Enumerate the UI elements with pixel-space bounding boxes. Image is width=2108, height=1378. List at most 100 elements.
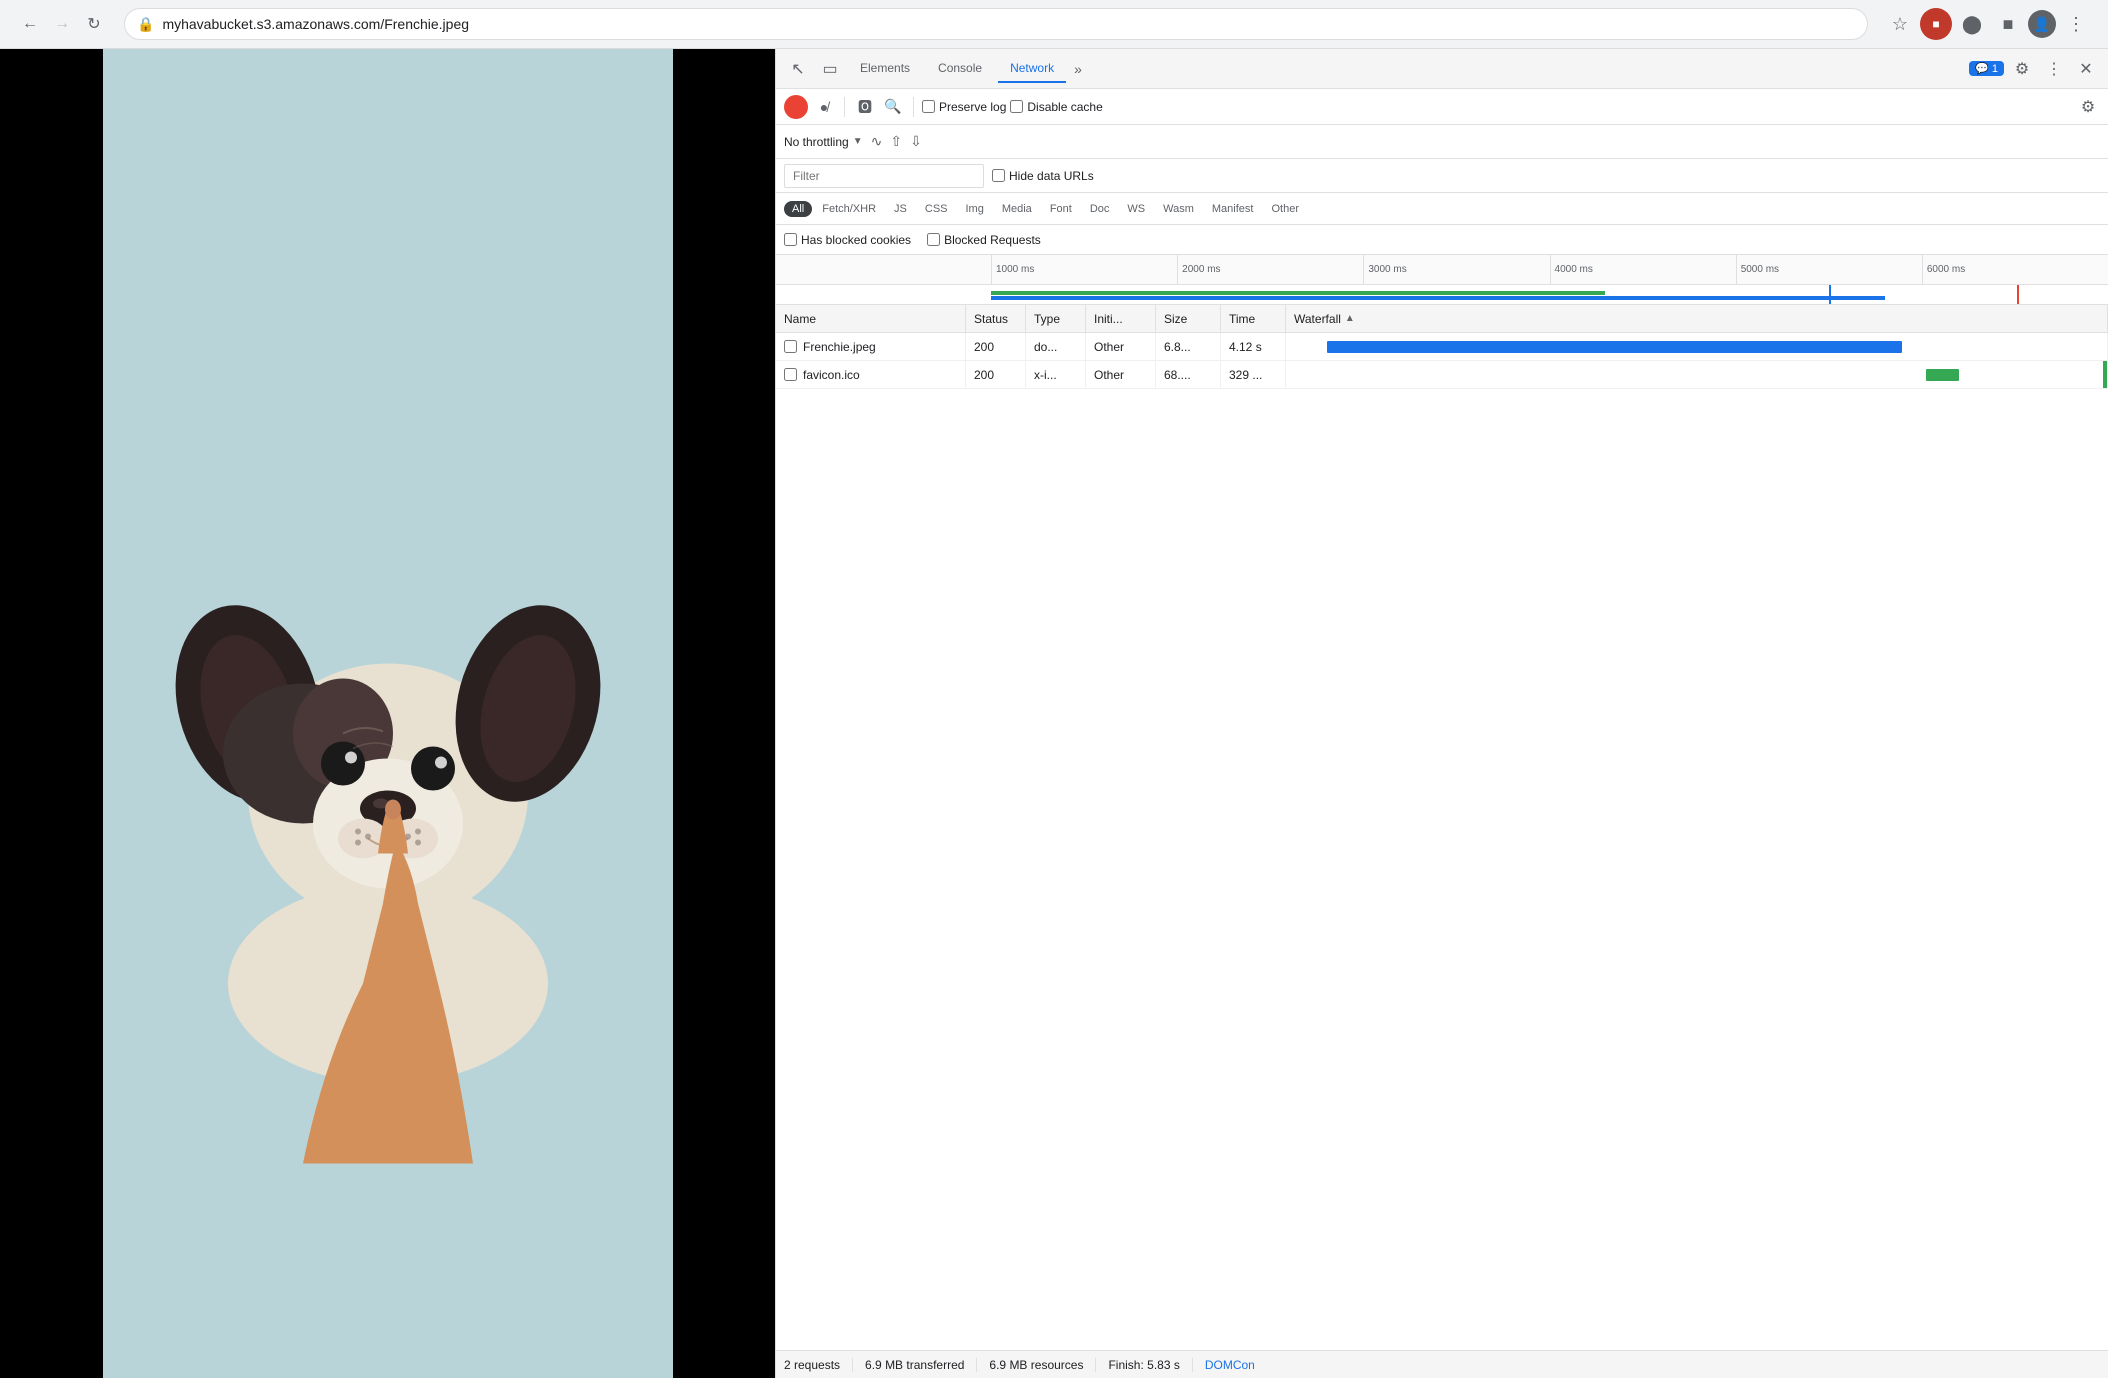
- cursor-tool-button[interactable]: ↖: [784, 55, 812, 83]
- row-checkbox-1[interactable]: [784, 340, 797, 353]
- requests-count: 2 requests: [784, 1358, 853, 1372]
- sort-arrow-icon: ▲: [1345, 313, 1355, 324]
- header-waterfall[interactable]: Waterfall ▲: [1286, 305, 2108, 332]
- badge-icon: 💬: [1975, 62, 1989, 75]
- preserve-log-checkbox[interactable]: [922, 100, 935, 113]
- tick-3000: 3000 ms: [1363, 255, 1549, 284]
- filter-media-button[interactable]: Media: [994, 201, 1040, 217]
- menu-button[interactable]: ⋮: [2060, 8, 2092, 40]
- tab-console[interactable]: Console: [926, 55, 994, 83]
- hide-data-urls-checkbox[interactable]: [992, 169, 1005, 182]
- filter-img-button[interactable]: Img: [958, 201, 992, 217]
- tick-1000: 1000 ms: [991, 255, 1177, 284]
- wifi-icon: ∿: [871, 133, 883, 150]
- cell-type-2: x-i...: [1026, 361, 1086, 388]
- extension-red-button[interactable]: ■: [1920, 8, 1952, 40]
- main-content: ↖ ▭ Elements Console Network » 💬 1 ⚙ ⋮ ✕…: [0, 49, 2108, 1378]
- download-icon[interactable]: ⇩: [910, 133, 922, 150]
- avatar-button[interactable]: 👤: [2028, 10, 2056, 38]
- header-time[interactable]: Time: [1221, 305, 1286, 332]
- filter-button[interactable]: 🅾: [853, 95, 877, 119]
- devtools-close-button[interactable]: ✕: [2072, 55, 2100, 83]
- tick-4000: 4000 ms: [1550, 255, 1736, 284]
- header-status[interactable]: Status: [966, 305, 1026, 332]
- blocked-requests-text: Blocked Requests: [944, 233, 1041, 247]
- resources-size: 6.9 MB resources: [977, 1358, 1096, 1372]
- console-badge: 💬 1: [1969, 61, 2004, 76]
- filter-doc-button[interactable]: Doc: [1082, 201, 1118, 217]
- header-size[interactable]: Size: [1156, 305, 1221, 332]
- blocked-requests-label[interactable]: Blocked Requests: [927, 233, 1041, 247]
- upload-icon[interactable]: ⇧: [890, 133, 902, 150]
- waterfall-bar-2: [1926, 369, 1959, 381]
- filter-wasm-button[interactable]: Wasm: [1155, 201, 1202, 217]
- toolbar-divider-1: [844, 97, 845, 117]
- filter-css-button[interactable]: CSS: [917, 201, 956, 217]
- address-bar[interactable]: 🔒 myhavabucket.s3.amazonaws.com/Frenchie…: [124, 8, 1868, 40]
- waterfall-bar-1: [1327, 341, 1902, 353]
- tab-more-button[interactable]: »: [1070, 61, 1086, 77]
- filter-input[interactable]: [784, 164, 984, 188]
- filter-other-button[interactable]: Other: [1263, 201, 1307, 217]
- throttle-row: No throttling ▼ ∿ ⇧ ⇩: [776, 125, 2108, 159]
- dog-image: [103, 49, 673, 1378]
- throttle-select[interactable]: No throttling ▼: [784, 135, 863, 149]
- waterfall-bar-container-1: [1286, 333, 2107, 360]
- blocked-requests-checkbox[interactable]: [927, 233, 940, 246]
- hide-data-urls-label[interactable]: Hide data URLs: [992, 169, 1094, 183]
- table-row[interactable]: favicon.ico 200 x-i... Other 68.... 329 …: [776, 361, 2108, 389]
- header-type[interactable]: Type: [1026, 305, 1086, 332]
- network-table: Name Status Type Initi... Size Time: [776, 305, 2108, 1350]
- progress-red-marker: [2017, 285, 2019, 304]
- reload-button[interactable]: ↻: [80, 10, 108, 38]
- header-initiator[interactable]: Initi...: [1086, 305, 1156, 332]
- cell-waterfall-1: [1286, 333, 2108, 360]
- domcontent-link[interactable]: DOMCon: [1193, 1358, 1255, 1372]
- devtools-header: ↖ ▭ Elements Console Network » 💬 1 ⚙ ⋮ ✕: [776, 49, 2108, 89]
- device-tool-button[interactable]: ▭: [816, 55, 844, 83]
- tab-network[interactable]: Network: [998, 55, 1066, 83]
- search-button[interactable]: 🔍: [881, 95, 905, 119]
- cell-size-1: 6.8...: [1156, 333, 1221, 360]
- nav-buttons: ← → ↻: [16, 10, 108, 38]
- url-text: myhavabucket.s3.amazonaws.com/Frenchie.j…: [162, 16, 469, 32]
- cell-name-2: favicon.ico: [776, 361, 966, 388]
- filter-all-button[interactable]: All: [784, 201, 812, 217]
- back-button[interactable]: ←: [16, 10, 44, 38]
- preserve-log-text: Preserve log: [939, 100, 1006, 114]
- filter-font-button[interactable]: Font: [1042, 201, 1080, 217]
- record-button[interactable]: [784, 95, 808, 119]
- clear-button[interactable]: ●̸: [812, 95, 836, 119]
- disable-cache-checkbox[interactable]: [1010, 100, 1023, 113]
- disable-cache-label[interactable]: Disable cache: [1010, 100, 1102, 114]
- tab-elements[interactable]: Elements: [848, 55, 922, 83]
- row-checkbox-2[interactable]: [784, 368, 797, 381]
- throttle-arrow-icon: ▼: [853, 136, 863, 147]
- disable-cache-text: Disable cache: [1027, 100, 1102, 114]
- filter-js-button[interactable]: JS: [886, 201, 915, 217]
- toolbar-divider-2: [913, 97, 914, 117]
- preserve-log-label[interactable]: Preserve log: [922, 100, 1006, 114]
- tick-5000: 5000 ms: [1736, 255, 1922, 284]
- devtools-more-button[interactable]: ⋮: [2040, 55, 2068, 83]
- header-name[interactable]: Name: [776, 305, 966, 332]
- has-blocked-cookies-label[interactable]: Has blocked cookies: [784, 233, 911, 247]
- cookies-row: Has blocked cookies Blocked Requests: [776, 225, 2108, 255]
- has-blocked-cookies-checkbox[interactable]: [784, 233, 797, 246]
- puzzle-button[interactable]: ■: [1992, 8, 2024, 40]
- filter-fetch-button[interactable]: Fetch/XHR: [814, 201, 884, 217]
- filter-ws-button[interactable]: WS: [1119, 201, 1153, 217]
- filter-manifest-button[interactable]: Manifest: [1204, 201, 1262, 217]
- hide-data-urls-text: Hide data URLs: [1009, 169, 1094, 183]
- timeline-ticks: 1000 ms 2000 ms 3000 ms 4000 ms 5000 ms …: [991, 255, 2108, 284]
- timeline-progress: [776, 285, 2108, 305]
- badge-count: 1: [1992, 63, 1998, 75]
- forward-button[interactable]: →: [48, 10, 76, 38]
- network-settings-button[interactable]: ⚙: [2076, 95, 2100, 119]
- address-bar-row: ← → ↻ 🔒 myhavabucket.s3.amazonaws.com/Fr…: [0, 0, 2108, 48]
- star-button[interactable]: ☆: [1884, 8, 1916, 40]
- cell-size-2: 68....: [1156, 361, 1221, 388]
- color-button[interactable]: ⬤: [1956, 8, 1988, 40]
- devtools-settings-button[interactable]: ⚙: [2008, 55, 2036, 83]
- table-row[interactable]: Frenchie.jpeg 200 do... Other 6.8... 4.1…: [776, 333, 2108, 361]
